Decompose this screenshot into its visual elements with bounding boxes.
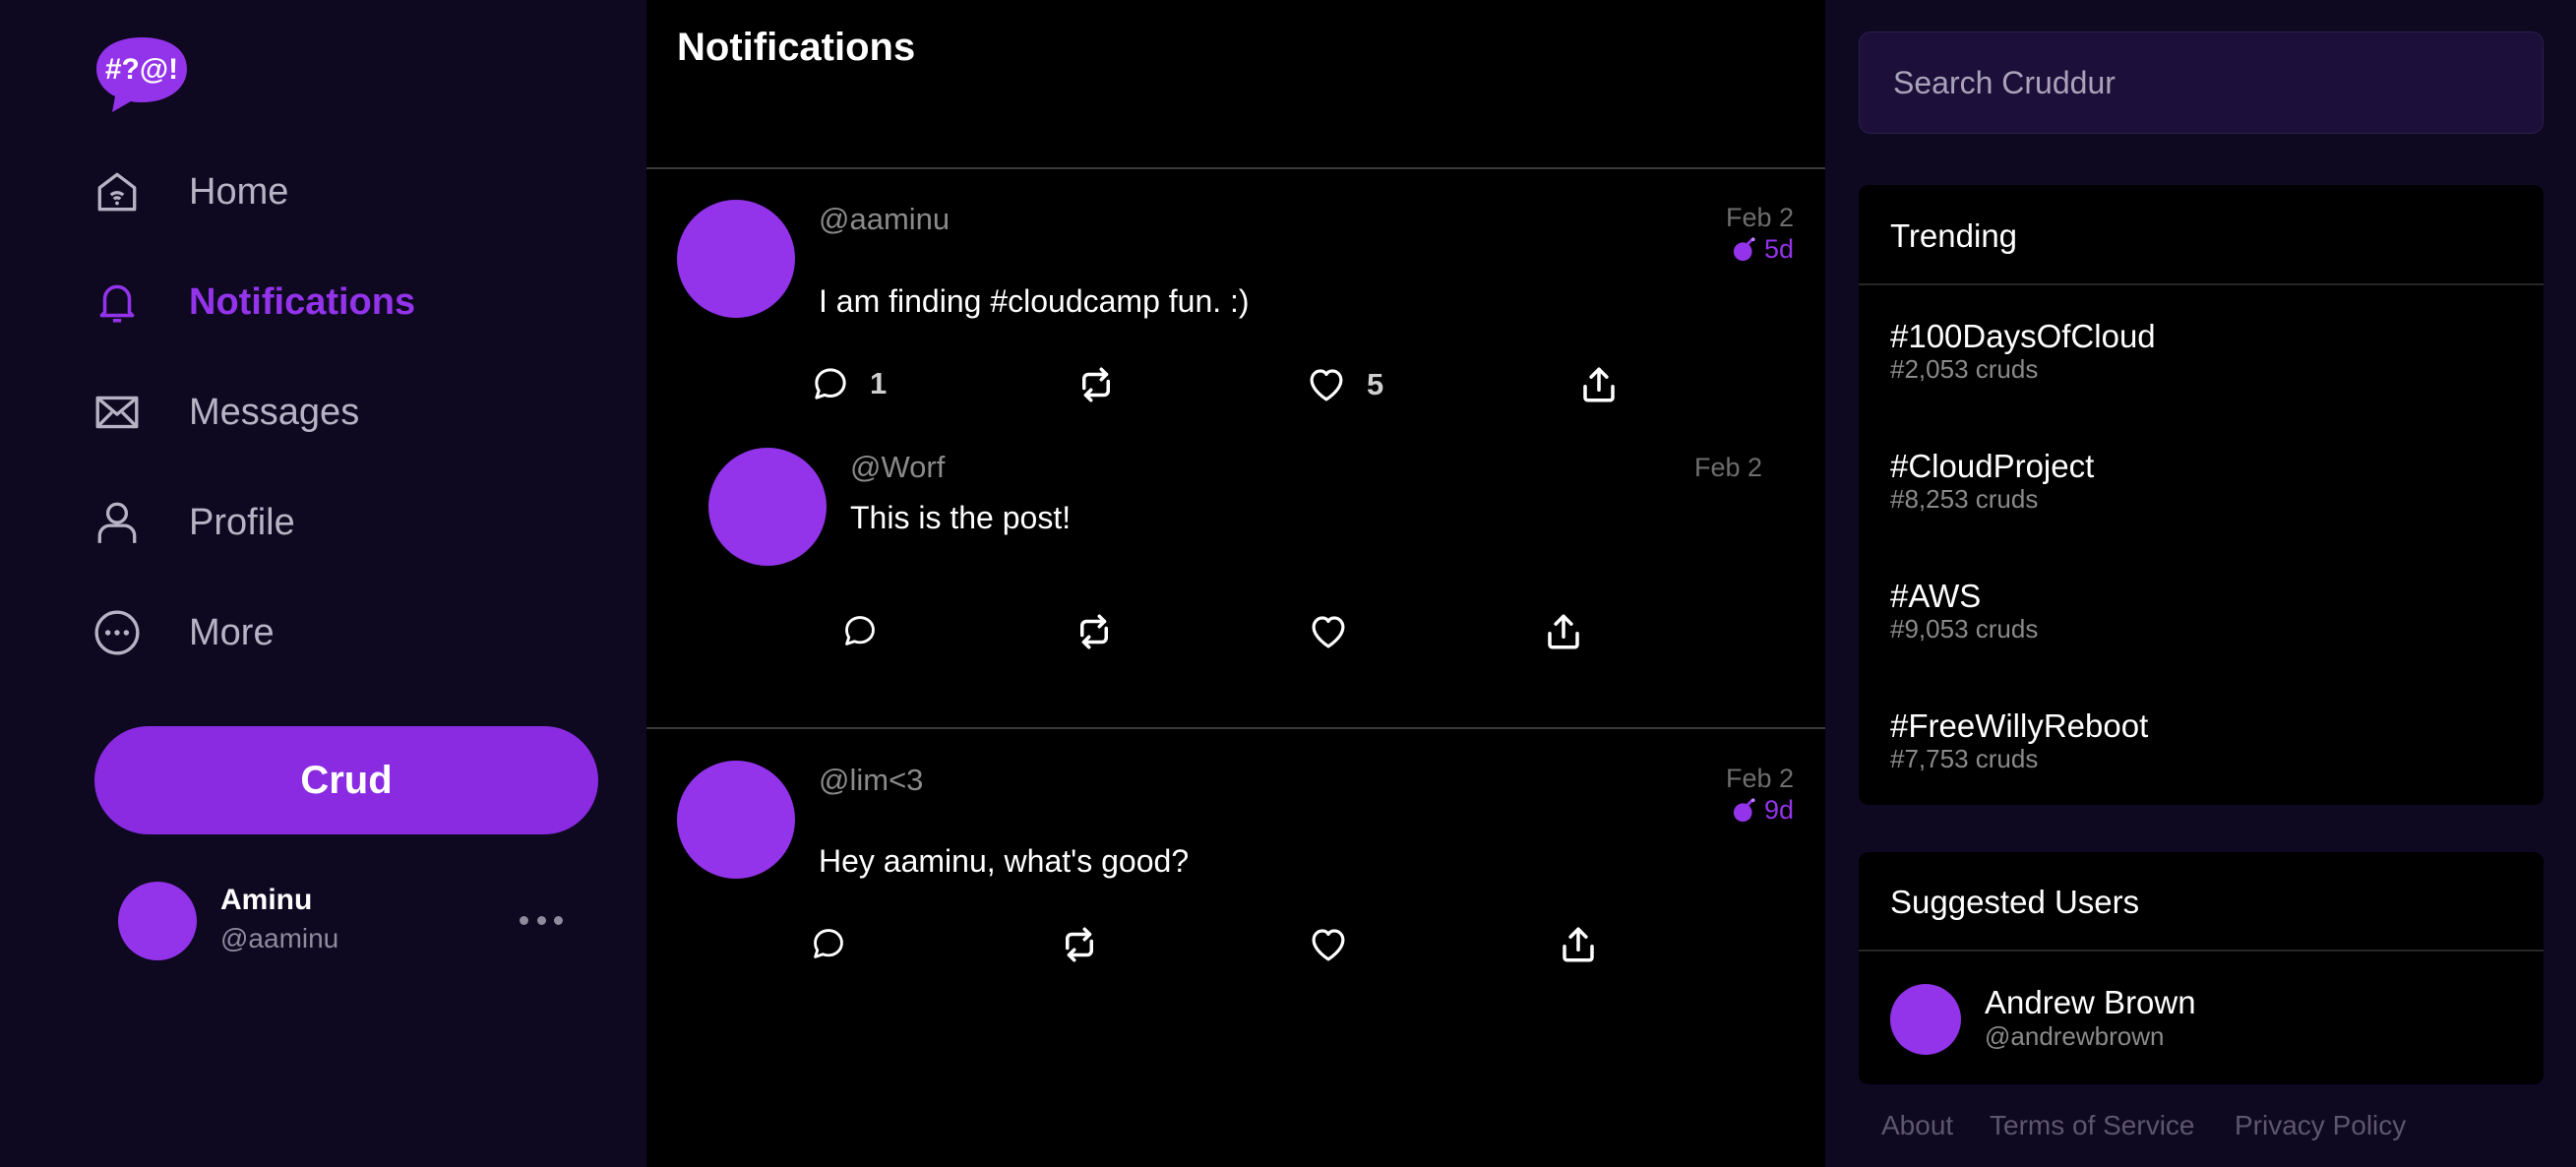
reply-icon: [811, 364, 850, 403]
dot-icon: [520, 915, 528, 925]
like-button[interactable]: [1308, 924, 1349, 965]
profile-name: Aminu: [220, 884, 313, 916]
reply-button[interactable]: [841, 612, 879, 649]
post-ttl-value: 5d: [1763, 234, 1794, 264]
trend-tag[interactable]: #100DaysOfCloud: [1890, 318, 2156, 355]
left-sidebar: #?@! Home Notifications Messages Profile…: [0, 0, 646, 1167]
post-handle[interactable]: @lim<3: [819, 763, 923, 798]
logo-text: #?@!: [105, 53, 178, 86]
reply-icon: [841, 612, 879, 649]
footer-link-about[interactable]: About: [1881, 1110, 1953, 1141]
repost-icon: [1059, 924, 1100, 965]
post-message: This is the post!: [850, 500, 1072, 535]
nav-item-home[interactable]: Home: [92, 157, 288, 226]
nav-label-notifications: Notifications: [189, 280, 416, 323]
like-count: 5: [1367, 367, 1384, 401]
bell-icon: [92, 277, 142, 327]
reply-count: 1: [870, 366, 888, 400]
profile-handle: @aaminu: [220, 923, 339, 953]
dot-icon: [554, 915, 563, 925]
nav-label-home: Home: [189, 170, 289, 213]
post-message: Hey aaminu, what's good?: [819, 843, 1190, 879]
bomb-icon: [1731, 797, 1758, 825]
page-title: Notifications: [677, 26, 916, 69]
like-button[interactable]: 5: [1306, 364, 1383, 405]
trend-count: #2,053 cruds: [1890, 354, 2039, 384]
divider: [646, 727, 1825, 729]
footer-link-privacy[interactable]: Privacy Policy: [2235, 1110, 2406, 1141]
suggested-user-name[interactable]: Andrew Brown: [1985, 984, 2196, 1021]
repost-icon: [1073, 611, 1115, 652]
share-button[interactable]: [1578, 364, 1620, 405]
reply-button[interactable]: [810, 925, 847, 962]
divider: [1859, 283, 2544, 285]
like-button[interactable]: [1308, 611, 1349, 652]
trend-tag[interactable]: #AWS: [1890, 578, 1981, 615]
post-ttl: 5d: [1731, 234, 1794, 265]
share-icon: [1543, 611, 1584, 652]
nav-label-more: More: [189, 611, 275, 653]
post-ttl: 9d: [1731, 795, 1794, 826]
trending-title: Trending: [1890, 217, 2018, 254]
heart-icon: [1308, 924, 1349, 965]
post-avatar[interactable]: [677, 200, 795, 318]
divider: [646, 167, 1825, 169]
trend-count: #8,253 cruds: [1890, 484, 2039, 514]
nav-item-notifications[interactable]: Notifications: [92, 268, 415, 337]
nav-label-messages: Messages: [189, 391, 360, 433]
nav-item-profile[interactable]: Profile: [92, 488, 295, 557]
reply-icon: [810, 925, 847, 962]
trending-panel: Trending #100DaysOfCloud #2,053 cruds #C…: [1859, 185, 2544, 805]
trend-tag[interactable]: #FreeWillyReboot: [1890, 707, 2148, 745]
search-input[interactable]: [1859, 31, 2544, 134]
suggested-users-title: Suggested Users: [1890, 884, 2140, 920]
avatar[interactable]: [118, 882, 197, 960]
post-message: I am finding #cloudcamp fun. :): [819, 283, 1250, 319]
footer-link-terms[interactable]: Terms of Service: [1990, 1110, 2195, 1141]
share-icon: [1578, 364, 1620, 405]
trend-count: #7,753 cruds: [1890, 744, 2039, 773]
user-icon: [92, 498, 142, 547]
heart-icon: [1306, 364, 1347, 405]
heart-icon: [1308, 611, 1349, 652]
main-feed: Notifications @aaminu Feb 2 5d I am find…: [646, 0, 1825, 1167]
repost-button[interactable]: [1073, 611, 1115, 652]
dot-icon: [536, 915, 546, 925]
post-date: Feb 2: [1725, 764, 1794, 793]
crud-button[interactable]: Crud: [94, 726, 598, 834]
trend-tag[interactable]: #CloudProject: [1890, 448, 2094, 485]
cruddur-logo[interactable]: #?@!: [92, 33, 191, 114]
repost-icon: [1075, 364, 1117, 405]
nav-item-more[interactable]: More: [92, 598, 275, 667]
post-date: Feb 2: [1725, 203, 1794, 232]
post-ttl-value: 9d: [1763, 795, 1794, 825]
more-options-button[interactable]: [520, 905, 563, 935]
reply-button[interactable]: 1: [811, 364, 887, 403]
suggested-users-panel: Suggested Users Andrew Brown @andrewbrow…: [1859, 852, 2544, 1084]
trend-count: #9,053 cruds: [1890, 614, 2039, 644]
post-date: Feb 2: [1693, 453, 1762, 482]
post-handle[interactable]: @Worf: [850, 450, 945, 485]
share-icon: [1558, 924, 1599, 965]
nav-label-profile: Profile: [189, 501, 295, 543]
bomb-icon: [1731, 236, 1758, 264]
divider: [1859, 950, 2544, 952]
more-circle-icon: [92, 608, 142, 657]
post-handle[interactable]: @aaminu: [819, 202, 950, 237]
nav-item-messages[interactable]: Messages: [92, 378, 359, 447]
share-button[interactable]: [1558, 924, 1599, 965]
suggested-user-handle: @andrewbrown: [1985, 1021, 2165, 1051]
repost-button[interactable]: [1059, 924, 1100, 965]
right-sidebar: Trending #100DaysOfCloud #2,053 cruds #C…: [1825, 0, 2576, 1167]
post-avatar[interactable]: [708, 448, 827, 566]
home-icon: [92, 167, 142, 216]
repost-button[interactable]: [1075, 364, 1117, 405]
post-avatar[interactable]: [677, 761, 795, 879]
envelope-icon: [92, 388, 142, 437]
share-button[interactable]: [1543, 611, 1584, 652]
avatar[interactable]: [1890, 984, 1961, 1055]
